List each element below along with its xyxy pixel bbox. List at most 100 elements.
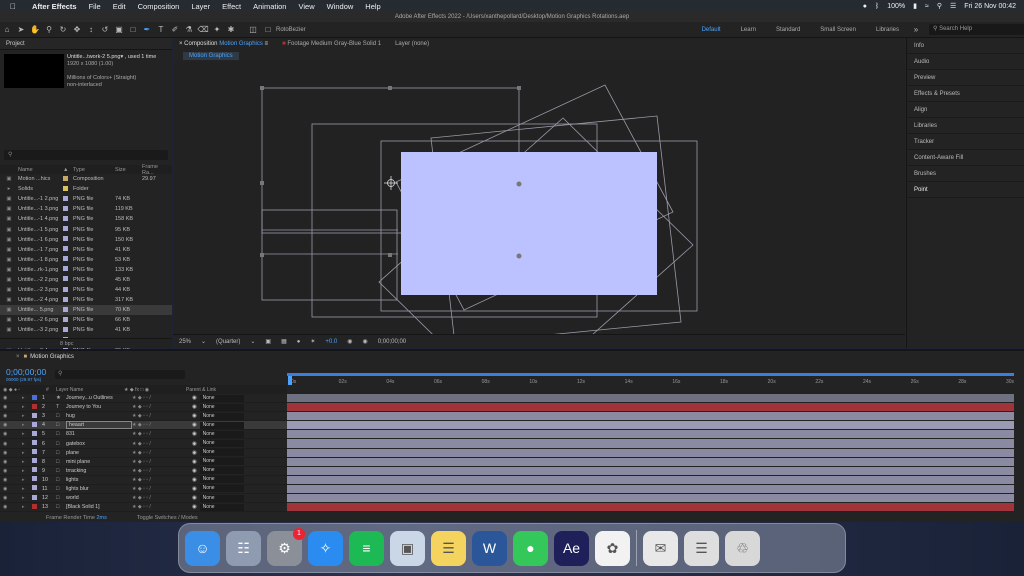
layer-switches[interactable]: ★ ◆ ▫ ▫ /	[132, 468, 192, 474]
menu-edit[interactable]: Edit	[107, 2, 132, 11]
menu-clock[interactable]: Fri 26 Nov 00:42	[964, 3, 1016, 10]
pick-whip-icon[interactable]: ◉	[192, 477, 197, 483]
close-icon[interactable]: ×	[16, 354, 20, 360]
viewer-timecode[interactable]: 0;00;00;00	[378, 339, 406, 345]
expand-arrow-icon[interactable]: ▸	[22, 477, 32, 483]
label-color-icon[interactable]	[63, 256, 73, 263]
timeline-search-input[interactable]: ⚲	[55, 370, 185, 379]
layer-duration-bar[interactable]	[287, 394, 1014, 404]
col-name[interactable]: Name	[18, 167, 63, 173]
layer-switches[interactable]: ★ ◆ ▫ ▫ /	[132, 495, 192, 501]
layer-duration-bar[interactable]	[287, 439, 1014, 449]
visibility-eye-icon[interactable]: ◉	[0, 431, 22, 437]
project-item-row[interactable]: ▣ Untitle...-1 3.png PNG file 119 KB	[0, 204, 172, 214]
project-item-row[interactable]: ▣ Untitle...-1 5.png PNG file 95 KB	[0, 224, 172, 234]
parent-dropdown[interactable]: None	[199, 458, 244, 466]
layer-name[interactable]: world	[66, 495, 132, 501]
tab-composition[interactable]: × Composition Motion Graphics ≡	[179, 41, 268, 47]
label-color-icon[interactable]	[63, 276, 73, 283]
handle[interactable]	[388, 86, 392, 90]
rotate-tool-icon[interactable]: ↺	[99, 24, 111, 36]
handle[interactable]	[260, 86, 264, 90]
layer-duration-bar[interactable]	[287, 484, 1014, 495]
project-item-row[interactable]: ▣ Untitle...-3 2.png PNG file 41 KB	[0, 325, 172, 335]
project-item-row[interactable]: ▣ Untitle...-1 6.png PNG file 150 KB	[0, 235, 172, 245]
layer-name[interactable]: heaart	[66, 421, 132, 430]
pick-whip-icon[interactable]: ◉	[192, 441, 197, 447]
visibility-eye-icon[interactable]: ◉	[0, 450, 22, 456]
layer-row[interactable]: ◉ ▸ 13 □ [Black Solid 1] ★ ◆ ▫ ▫ / ◉ None	[0, 503, 287, 513]
visibility-eye-icon[interactable]: ◉	[0, 468, 22, 474]
visibility-eye-icon[interactable]: ◉	[0, 422, 22, 428]
project-item-row[interactable]: ▣ Untitle...-1 8.png PNG file 53 KB	[0, 255, 172, 265]
composition-breadcrumb[interactable]: Motion Graphics	[183, 52, 239, 60]
label-color-icon[interactable]	[63, 296, 73, 304]
parent-dropdown[interactable]: None	[199, 494, 244, 502]
apple-menu-icon[interactable]: 	[0, 2, 26, 11]
col-number[interactable]: #	[46, 387, 56, 393]
layer-name[interactable]: lights	[66, 477, 132, 483]
region-of-interest-icon[interactable]: ▣	[265, 338, 271, 345]
pick-whip-icon[interactable]: ◉	[192, 431, 197, 437]
search-help-input[interactable]: ⚲ Search Help	[929, 24, 1024, 35]
project-item-row[interactable]: ▣ Untitle... 5.png PNG file 70 KB	[0, 305, 172, 316]
layer-switches[interactable]: ★ ◆ ▫ ▫ /	[132, 395, 192, 401]
pick-whip-icon[interactable]: ◉	[192, 495, 197, 501]
layer-label-color[interactable]	[32, 440, 42, 447]
expand-arrow-icon[interactable]: ▸	[22, 431, 32, 437]
layer-name[interactable]: plane	[66, 450, 132, 456]
label-color-icon[interactable]	[63, 175, 73, 183]
label-color-icon[interactable]	[63, 195, 73, 203]
current-time[interactable]: 0;00;00;00 00000 (29.97 fps)	[6, 367, 46, 382]
label-color-icon[interactable]	[63, 246, 73, 253]
time-ruler[interactable]: 0s 02s 04s 06s 08s 10s 12s 14s 16s 18s 20s 22s 24s 26…	[287, 373, 1014, 385]
label-color-icon[interactable]	[63, 205, 73, 213]
layer-label-color[interactable]	[32, 412, 42, 420]
project-item-row[interactable]: ▣ Untitle...-1 2.png PNG file 74 KB	[0, 194, 172, 204]
spotlight-icon[interactable]: ⚲	[937, 2, 942, 10]
menu-animation[interactable]: Animation	[247, 2, 292, 11]
label-color-icon[interactable]	[63, 306, 73, 314]
layer-name[interactable]: 831	[66, 431, 132, 437]
layer-row[interactable]: ◉ ▸ 12 □ world ★ ◆ ▫ ▫ / ◉ None	[0, 494, 287, 504]
layer-row[interactable]: ◉ ▸ 6 □ gatebox ★ ◆ ▫ ▫ / ◉ None	[0, 439, 287, 449]
layer-switches[interactable]: ★ ◆ ▫ ▫ /	[132, 504, 192, 510]
solid-layer[interactable]	[401, 152, 657, 295]
menu-help[interactable]: Help	[359, 2, 386, 11]
layer-label-color[interactable]	[32, 394, 42, 402]
after-effects-icon[interactable]: Ae	[554, 530, 589, 566]
bluetooth-icon[interactable]: ᛒ	[875, 3, 879, 10]
layer-switches[interactable]: ★ ◆ ▫ ▫ /	[132, 404, 192, 410]
layer-duration-bar[interactable]	[287, 430, 1014, 440]
project-item-row[interactable]: ▸ Solids Folder	[0, 184, 172, 194]
orbit-tool-icon[interactable]: ↻	[57, 24, 69, 36]
word-icon[interactable]: W	[472, 530, 507, 566]
handle[interactable]	[388, 253, 392, 257]
finder-icon[interactable]: ☺	[185, 530, 220, 566]
panel-libraries[interactable]: Libraries	[907, 118, 1024, 134]
layer-duration-bar[interactable]	[287, 403, 1014, 413]
fast-previews-icon[interactable]: ✶	[310, 338, 315, 345]
layer-duration-bar[interactable]	[287, 475, 1014, 485]
expand-arrow-icon[interactable]: ▸	[22, 404, 32, 410]
col-parent-link[interactable]: Parent & Link	[186, 387, 216, 393]
handle[interactable]	[516, 181, 522, 187]
roto-brush-tool-icon[interactable]: ✦	[211, 24, 223, 36]
parent-dropdown[interactable]: None	[199, 430, 244, 438]
layer-duration-bar[interactable]	[287, 503, 1014, 513]
panel-tracker[interactable]: Tracker	[907, 134, 1024, 150]
label-color-icon[interactable]	[63, 286, 73, 294]
parent-dropdown[interactable]: None	[199, 403, 244, 411]
chevron-down-icon[interactable]: ⌄	[250, 338, 255, 345]
layer-name[interactable]: [Black Solid 1]	[66, 504, 132, 510]
workspace-default[interactable]: Default	[692, 27, 731, 33]
selection-tool-icon[interactable]: ➤	[15, 24, 27, 36]
layer-label-color[interactable]	[32, 430, 42, 438]
visibility-eye-icon[interactable]: ◉	[0, 477, 22, 483]
visibility-eye-icon[interactable]: ◉	[0, 395, 22, 401]
snapping-icon[interactable]: ◫	[247, 24, 259, 36]
panel-align[interactable]: Align	[907, 102, 1024, 118]
trash-icon[interactable]: ♲	[725, 530, 760, 566]
panel-info[interactable]: Info	[907, 38, 1024, 54]
layer-switches[interactable]: ★ ◆ ▫ ▫ /	[132, 450, 192, 456]
